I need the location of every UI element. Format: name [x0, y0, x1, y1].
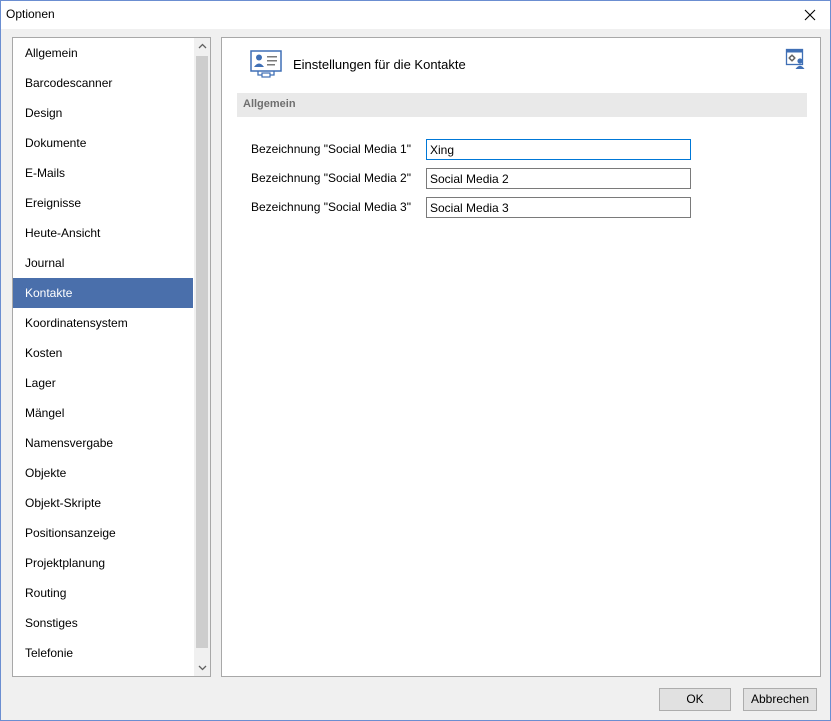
sidebar-item-telefonie[interactable]: Telefonie [13, 638, 193, 668]
sidebar-item-routing[interactable]: Routing [13, 578, 193, 608]
sidebar-item-sonstiges[interactable]: Sonstiges [13, 608, 193, 638]
sidebar-item-heute-ansicht[interactable]: Heute-Ansicht [13, 218, 193, 248]
sidebar-item-label: Heute-Ansicht [25, 226, 101, 240]
chevron-down-icon [198, 665, 206, 671]
sidebar-item-label: Positionsanzeige [25, 526, 116, 540]
social-media-1-label: Bezeichnung "Social Media 1" [251, 142, 411, 156]
settings-panel: Einstellungen für die Kontakte Allgemein… [221, 37, 821, 677]
sidebar-item-label: E-Mails [25, 166, 66, 180]
close-button[interactable] [790, 1, 830, 29]
page-title: Einstellungen für die Kontakte [293, 57, 466, 72]
scroll-up-button[interactable] [194, 38, 210, 54]
sidebar-item-e-mails[interactable]: E-Mails [13, 158, 193, 188]
sidebar-item-design[interactable]: Design [13, 98, 193, 128]
sidebar-item-objekt-skripte[interactable]: Objekt-Skripte [13, 488, 193, 518]
social-media-3-input[interactable] [426, 197, 691, 218]
window-title: Optionen [6, 7, 55, 21]
sidebar-item-label: Kontakte [25, 286, 73, 300]
social-media-2-input[interactable] [426, 168, 691, 189]
options-dialog: Optionen Allgemein Barcodescanner Design… [0, 0, 831, 721]
sidebar-item-kosten[interactable]: Kosten [13, 338, 193, 368]
sidebar-item-lager[interactable]: Lager [13, 368, 193, 398]
sidebar-item-label: Objekte [25, 466, 67, 480]
sidebar-item-label: Ereignisse [25, 196, 82, 210]
sidebar-item-namensvergabe[interactable]: Namensvergabe [13, 428, 193, 458]
sidebar-item-label: Barcodescanner [25, 76, 113, 90]
sidebar-item-kontakte[interactable]: Kontakte [13, 278, 193, 308]
scroll-thumb[interactable] [196, 56, 208, 648]
sidebar-item-maengel[interactable]: Mängel [13, 398, 193, 428]
sidebar-item-label: Namensvergabe [25, 436, 114, 450]
sidebar-item-positionsanzeige[interactable]: Positionsanzeige [13, 518, 193, 548]
category-list[interactable]: Allgemein Barcodescanner Design Dokument… [12, 37, 211, 677]
sidebar-item-label: Koordinatensystem [25, 316, 128, 330]
contact-card-icon [250, 50, 282, 81]
sidebar-item-dokumente[interactable]: Dokumente [13, 128, 193, 158]
close-icon [804, 9, 816, 21]
sidebar-item-ereignisse[interactable]: Ereignisse [13, 188, 193, 218]
sidebar-item-label: Lager [25, 376, 56, 390]
sidebar-item-label: Sonstiges [25, 616, 78, 630]
social-media-3-label: Bezeichnung "Social Media 3" [251, 200, 411, 214]
sidebar-item-label: Allgemein [25, 46, 78, 60]
social-media-2-label: Bezeichnung "Social Media 2" [251, 171, 411, 185]
contact-settings-icon[interactable] [785, 48, 807, 73]
sidebar-item-label: Mängel [25, 406, 65, 420]
sidebar-item-projektplanung[interactable]: Projektplanung [13, 548, 193, 578]
ok-button[interactable]: OK [659, 688, 731, 711]
chevron-up-icon [198, 43, 206, 49]
sidebar-item-label: Kosten [25, 346, 63, 360]
sidebar-item-label: Dokumente [25, 136, 87, 150]
sidebar-item-barcodescanner[interactable]: Barcodescanner [13, 68, 193, 98]
sidebar-item-label: Telefonie [25, 646, 74, 660]
sidebar-item-label: Objekt-Skripte [25, 496, 102, 510]
sidebar-item-label: Journal [25, 256, 65, 270]
title-bar: Optionen [1, 1, 830, 29]
sidebar-item-koordinatensystem[interactable]: Koordinatensystem [13, 308, 193, 338]
section-header: Allgemein [237, 93, 807, 117]
social-media-1-input[interactable] [426, 139, 691, 160]
sidebar-item-label: Routing [25, 586, 67, 600]
sidebar-item-label: Projektplanung [25, 556, 106, 570]
cancel-button[interactable]: Abbrechen [743, 688, 817, 711]
sidebar-item-objekte[interactable]: Objekte [13, 458, 193, 488]
sidebar-item-allgemein[interactable]: Allgemein [13, 38, 193, 68]
sidebar-item-journal[interactable]: Journal [13, 248, 193, 278]
scroll-down-button[interactable] [194, 660, 210, 676]
sidebar-scrollbar[interactable] [194, 38, 210, 676]
sidebar-item-label: Design [25, 106, 63, 120]
